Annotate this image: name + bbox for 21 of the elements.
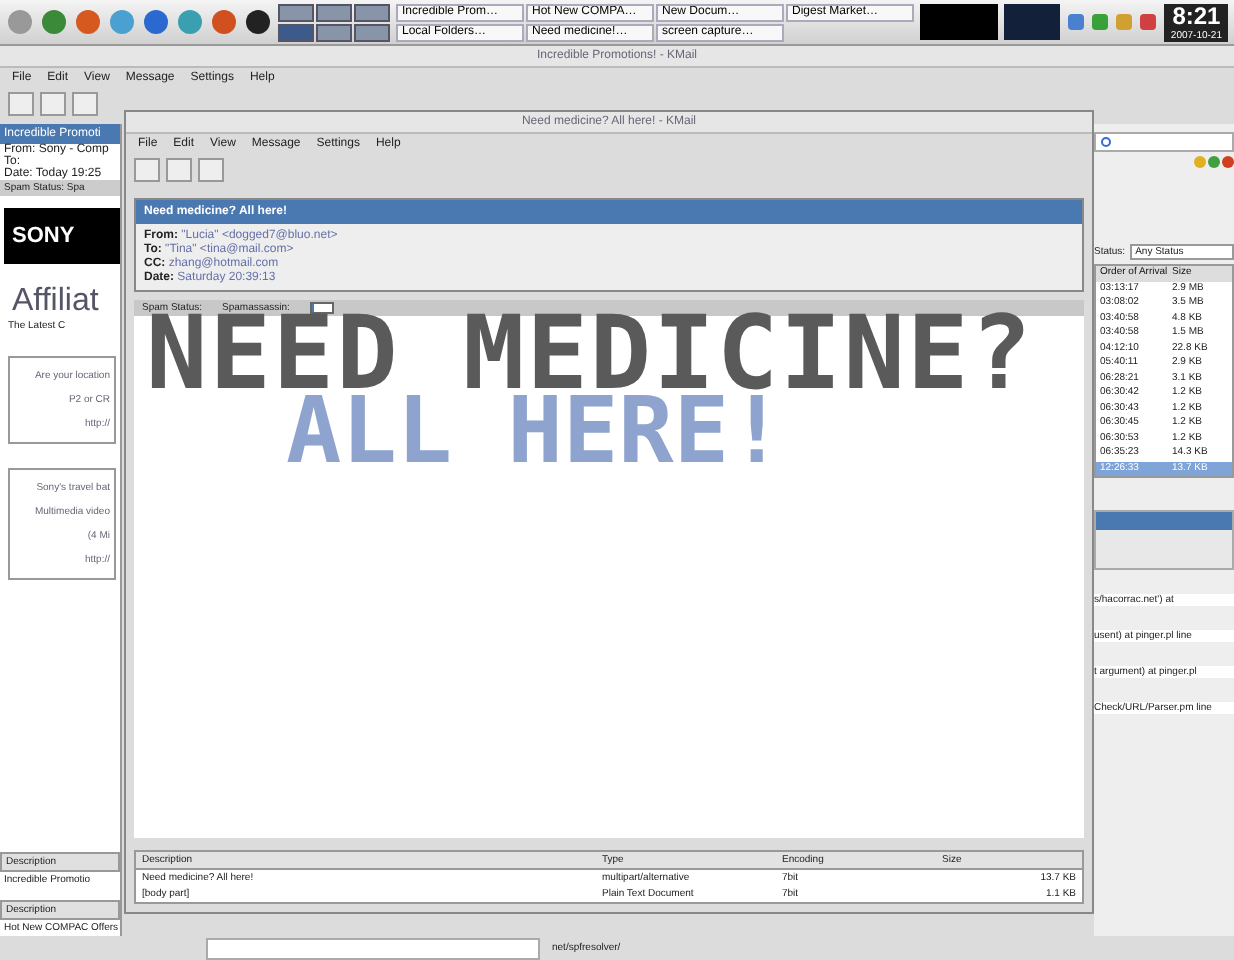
desktop-pager[interactable]: [278, 3, 390, 41]
toolbar-button[interactable]: [72, 92, 98, 116]
tray-icon[interactable]: [1114, 12, 1135, 32]
network-graph: [1003, 4, 1061, 40]
cpu-graph: [920, 4, 998, 40]
headline: NEED MEDICINE?: [146, 316, 1034, 396]
clock-time: 8:21: [1172, 3, 1221, 29]
input-field[interactable]: [206, 937, 540, 959]
heading: Affiliat: [10, 282, 101, 320]
toolbar-button[interactable]: [198, 158, 224, 182]
logo-banner: SONY: [4, 208, 120, 264]
tray-icon[interactable]: [1090, 12, 1111, 32]
tray-icon[interactable]: [1138, 12, 1159, 32]
toolbar-button[interactable]: [134, 158, 160, 182]
toolbar-button[interactable]: [8, 92, 34, 116]
headline: ALL HERE!: [286, 396, 785, 464]
search-field[interactable]: [1094, 132, 1234, 152]
toolbar-button[interactable]: [166, 158, 192, 182]
app-launcher-icon[interactable]: [244, 8, 272, 36]
tray-icon[interactable]: [1066, 12, 1087, 32]
toolbar-button[interactable]: [40, 92, 66, 116]
